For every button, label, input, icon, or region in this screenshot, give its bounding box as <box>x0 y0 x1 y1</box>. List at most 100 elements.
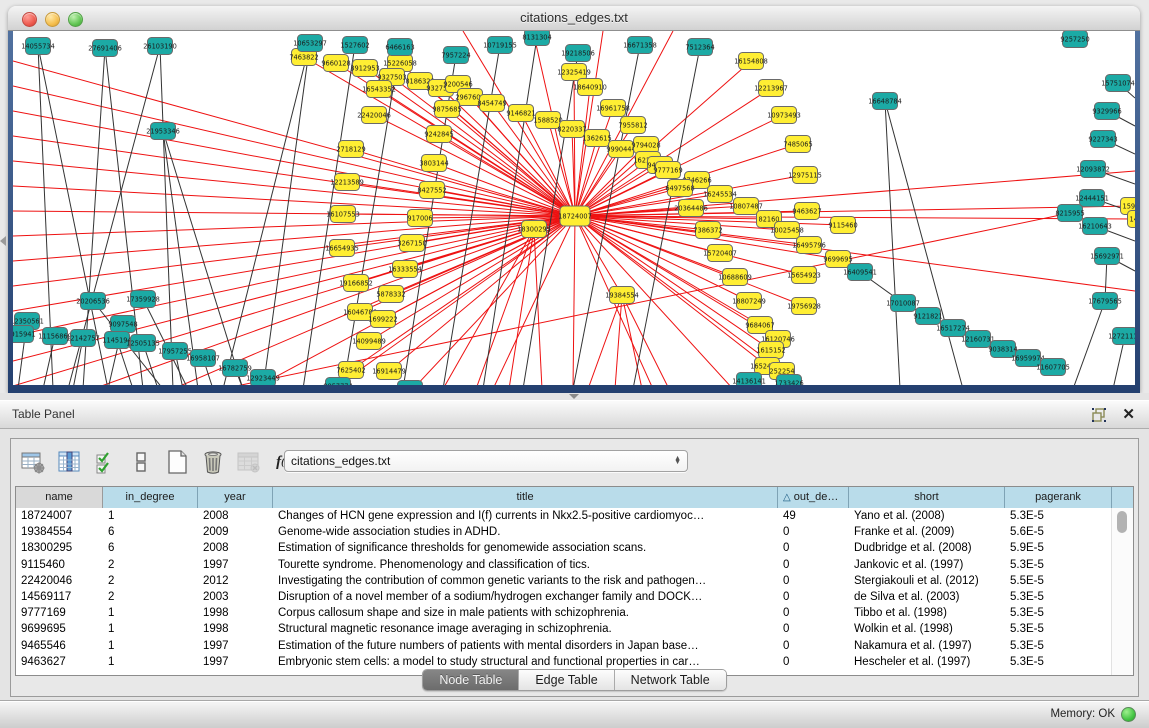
graph-node-y[interactable]: 16543352 <box>362 81 396 98</box>
graph-node-y[interactable]: 9875685 <box>432 101 461 118</box>
graph-node-t[interactable]: 17010087 <box>886 295 920 312</box>
close-panel-icon[interactable]: ✕ <box>1122 405 1135 423</box>
graph-node-t[interactable]: 11607705 <box>1036 359 1070 376</box>
graph-node-t[interactable]: 9227343 <box>1088 131 1117 148</box>
column-settings-icon[interactable] <box>19 449 46 476</box>
graph-node-y[interactable]: 9146821 <box>506 105 535 122</box>
graph-node-y[interactable]: 16654935 <box>325 240 359 257</box>
graph-node-y[interactable]: 3912953 <box>350 60 379 77</box>
graph-node-y[interactable]: 19384554 <box>605 287 639 304</box>
graph-node-t[interactable]: 7512364 <box>685 39 714 56</box>
table-row[interactable]: 1830029562008Estimation of significance … <box>16 540 1112 556</box>
graph-node-t[interactable]: 14055734 <box>21 38 55 55</box>
citation-edge-black[interactable] <box>885 101 900 385</box>
show-columns-icon[interactable] <box>55 449 82 476</box>
graph-node-t[interactable]: 9329966 <box>1092 103 1121 120</box>
citation-edge-black[interactable] <box>160 46 173 385</box>
graph-node-y[interactable]: 16333554 <box>388 261 422 278</box>
select-rows-checks-icon[interactable] <box>91 449 118 476</box>
graph-node-y[interactable]: 12213589 <box>330 174 364 191</box>
graph-node-y[interactable]: 7625402 <box>336 362 365 379</box>
graph-node-y[interactable]: 18724007 <box>558 206 592 226</box>
graph-node-y[interactable]: 18300295 <box>517 221 551 238</box>
graph-node-t[interactable]: 27691406 <box>88 40 122 57</box>
graph-node-t[interactable]: 21953346 <box>146 123 180 140</box>
graph-node-y[interactable]: 12975115 <box>788 167 822 184</box>
graph-node-t[interactable]: 9857774 <box>323 378 352 386</box>
graph-node-t[interactable]: 10719155 <box>483 37 517 54</box>
citation-edge-red[interactable] <box>13 61 575 216</box>
col-header-in-degree[interactable]: in_degree <box>103 487 198 508</box>
graph-node-t[interactable]: 12923449 <box>246 370 280 386</box>
graph-node-t[interactable]: 6466163 <box>385 39 414 56</box>
graph-node-y[interactable]: 7386372 <box>693 222 722 239</box>
table-row[interactable]: 969969511998Structural magnetic resonanc… <box>16 621 1112 637</box>
tab-node-table[interactable]: Node Table <box>423 670 519 690</box>
citation-edge-red[interactable] <box>573 216 575 385</box>
scrollbar-thumb[interactable] <box>1117 511 1127 533</box>
graph-node-y[interactable]: 16245534 <box>703 186 737 203</box>
graph-node-t[interactable]: 1527602 <box>340 37 369 54</box>
graph-node-y[interactable]: 10025458 <box>770 222 804 239</box>
tab-edge-table[interactable]: Edge Table <box>519 670 614 690</box>
citation-edge-red[interactable] <box>13 136 575 216</box>
clear-selection-icon[interactable] <box>127 449 154 476</box>
graph-node-y[interactable]: 18807249 <box>732 293 766 310</box>
graph-node-y[interactable]: 1699222 <box>368 311 397 328</box>
citation-edge-red[interactable] <box>575 216 767 366</box>
citation-edge-red[interactable] <box>13 216 575 261</box>
graph-node-y[interactable]: 10688609 <box>718 269 752 286</box>
table-row[interactable]: 977716911998Corpus callosum shape and si… <box>16 605 1112 621</box>
graph-node-t[interactable]: 9097548 <box>108 316 137 333</box>
graph-node-y[interactable]: 9794028 <box>631 137 660 154</box>
tab-network-table[interactable]: Network Table <box>615 670 726 690</box>
graph-node-t[interactable]: 19218506 <box>561 45 595 62</box>
graph-node-t[interactable]: 16210643 <box>1078 218 1112 235</box>
graph-node-y[interactable]: 18640910 <box>573 79 607 96</box>
graph-node-t[interactable]: 7957224 <box>441 47 470 64</box>
graph-node-y[interactable]: 3803144 <box>419 155 448 172</box>
graph-node-t[interactable]: 12505135 <box>126 335 160 352</box>
table-row[interactable]: 2242004622012Investigating the contribut… <box>16 573 1112 589</box>
graph-node-y[interactable]: 12325419 <box>557 64 591 81</box>
graph-node-t[interactable]: 16517274 <box>936 320 970 337</box>
graph-node-t[interactable]: 20206536 <box>76 293 110 310</box>
table-row[interactable]: 1872400712008Changes of HCN gene express… <box>16 508 1112 524</box>
vertical-scrollbar[interactable] <box>1111 508 1133 675</box>
graph-node-y[interactable]: 8427552 <box>417 182 446 199</box>
graph-node-t[interactable]: 8131304 <box>522 31 551 46</box>
new-table-icon[interactable] <box>163 449 190 476</box>
graph-node-y[interactable]: 1615152 <box>756 342 785 359</box>
graph-node-y[interactable]: 7485065 <box>783 136 812 153</box>
graph-node-y[interactable]: 9777169 <box>653 162 682 179</box>
citation-edge-red[interactable] <box>622 295 642 385</box>
table-row[interactable]: 911546021997Tourette syndrome. Phenomeno… <box>16 557 1112 573</box>
graph-node-y[interactable]: 19166852 <box>339 275 373 292</box>
table-row[interactable]: 946554611997Estimation of the future num… <box>16 638 1112 654</box>
table-selector-combo[interactable]: citations_edges.txt ▲▼ <box>284 450 688 472</box>
graph-node-y[interactable]: 12213967 <box>754 80 788 97</box>
col-header-year[interactable]: year <box>198 487 273 508</box>
graph-node-t[interactable]: 12093872 <box>1076 161 1110 178</box>
network-window-titlebar[interactable]: citations_edges.txt <box>8 6 1140 31</box>
graph-node-t[interactable]: 16671358 <box>623 37 657 54</box>
graph-node-y[interactable]: 917006 <box>407 210 432 227</box>
graph-node-t[interactable]: 15716485 <box>393 381 427 386</box>
citation-graph[interactable]: 7463822966012839129531522605893275038186… <box>13 31 1135 385</box>
citation-edge-red[interactable] <box>588 295 622 385</box>
col-header-out-degree[interactable]: △out_de… <box>778 487 849 508</box>
graph-node-y[interactable]: 16914479 <box>372 363 406 380</box>
graph-node-y[interactable]: 16961758 <box>596 100 630 117</box>
graph-node-t[interactable]: 12444151 <box>1075 190 1109 207</box>
citation-edge-red[interactable] <box>222 213 1070 385</box>
graph-node-y[interactable]: 22420046 <box>357 107 391 124</box>
citation-edge-red[interactable] <box>379 89 575 216</box>
float-panel-icon[interactable] <box>1091 407 1107 423</box>
table-row[interactable]: 1938455462009Genome-wide association stu… <box>16 524 1112 540</box>
graph-node-y[interactable]: 3267150 <box>397 235 426 252</box>
graph-node-t[interactable]: 16409541 <box>843 264 877 281</box>
graph-node-t[interactable]: 17359928 <box>126 291 160 308</box>
graph-node-t[interactable]: 14136141 <box>732 373 766 386</box>
graph-node-t[interactable]: 15751074 <box>1101 75 1135 92</box>
graph-node-t[interactable]: 3915941 <box>13 326 36 343</box>
